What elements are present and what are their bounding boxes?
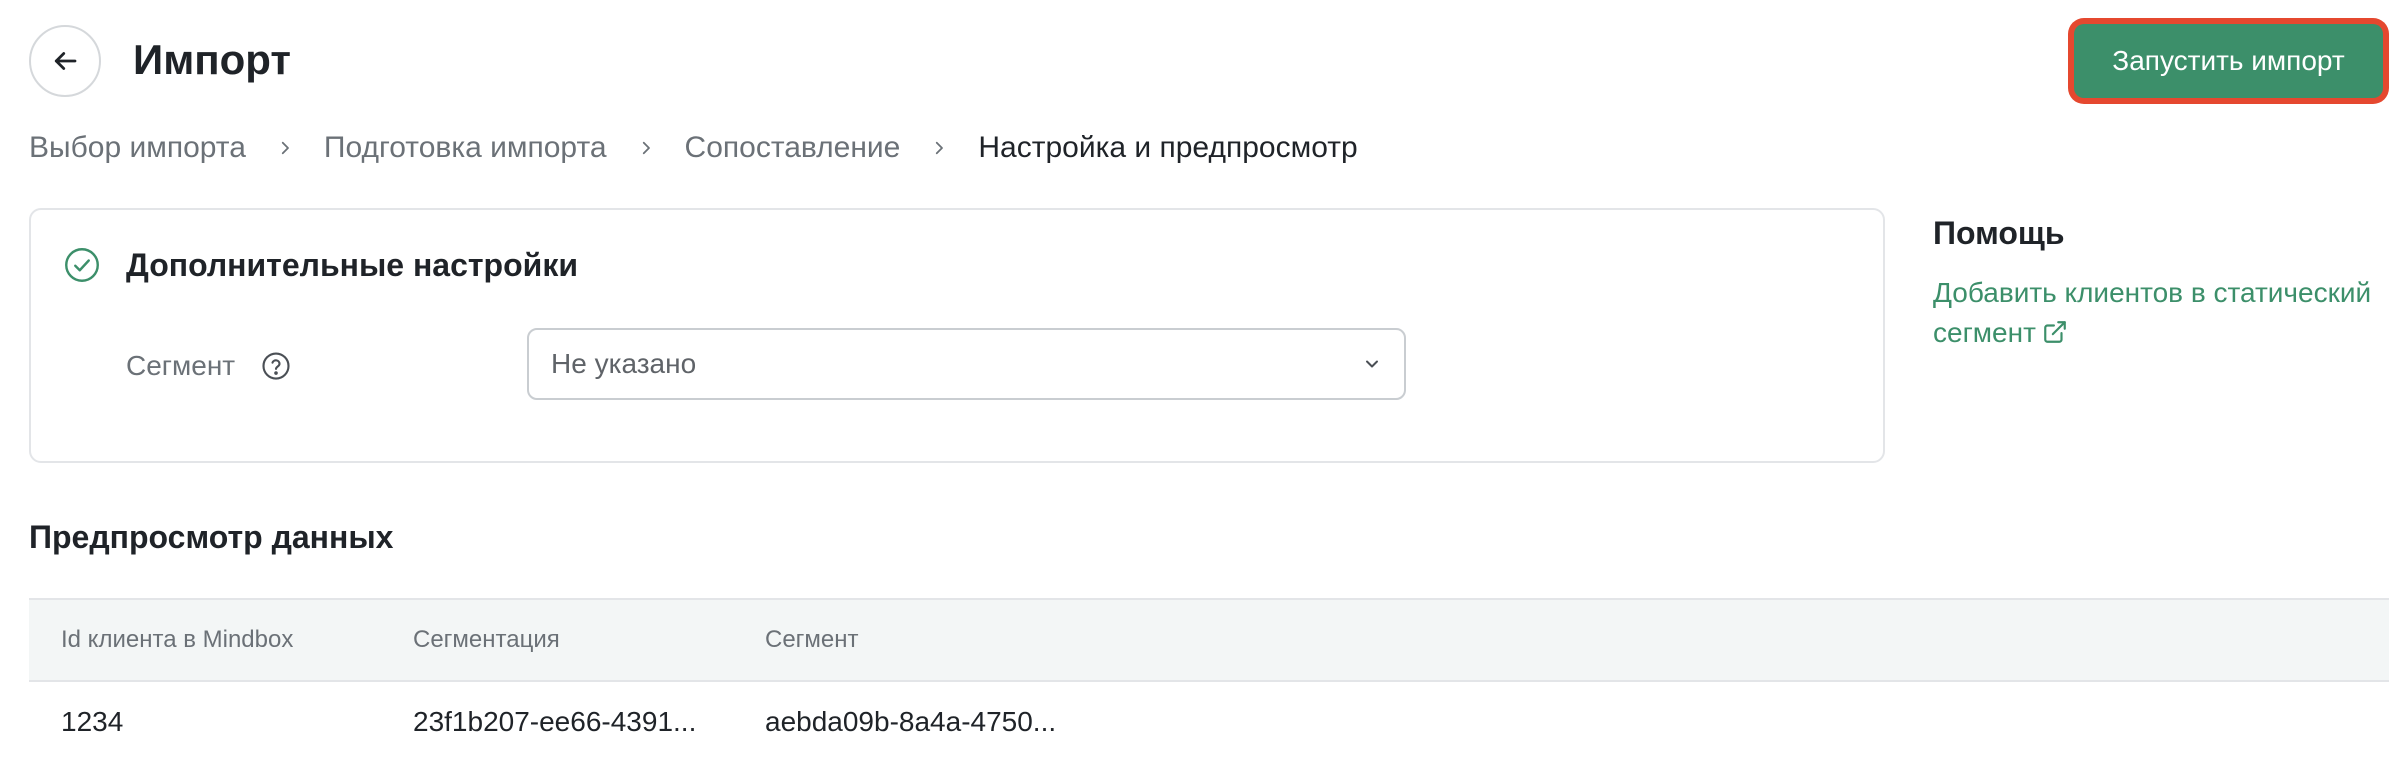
segment-select-value: Не указано xyxy=(551,348,697,379)
external-link-icon xyxy=(2044,321,2066,343)
breadcrumb-item-settings-preview: Настройка и предпросмотр xyxy=(978,131,1358,164)
run-import-button[interactable]: Запустить импорт xyxy=(2074,24,2383,98)
table-header: Id клиента в Mindbox Сегментация Сегмент xyxy=(29,598,2389,682)
chevron-right-icon xyxy=(276,139,294,157)
breadcrumb: Выбор импорта Подготовка импорта Сопоста… xyxy=(29,128,1358,168)
chevron-down-icon xyxy=(1366,360,1378,368)
import-page: Импорт Запустить импорт Выбор импорта По… xyxy=(0,0,2389,767)
check-circle-icon xyxy=(65,248,99,282)
preview-title: Предпросмотр данных xyxy=(29,519,394,555)
run-import-button-highlight: Запустить импорт xyxy=(2068,18,2389,104)
breadcrumb-item-mapping[interactable]: Сопоставление xyxy=(685,131,901,165)
table-row: 1234 23f1b207-ee66-4391... aebda09b-8a4a… xyxy=(29,682,2389,762)
cell-client-id: 1234 xyxy=(61,706,124,737)
card-title: Дополнительные настройки xyxy=(126,247,578,283)
arrow-left-icon xyxy=(54,52,77,70)
preview-table: Id клиента в Mindbox Сегментация Сегмент… xyxy=(29,598,2389,762)
cell-segment: aebda09b-8a4a-4750... xyxy=(765,706,1057,737)
additional-settings-card: Дополнительные настройки Сегмент Не указ… xyxy=(29,208,1885,463)
cell-segmentation: 23f1b207-ee66-4391... xyxy=(413,706,697,737)
question-circle-icon[interactable] xyxy=(261,351,291,381)
chevron-right-icon xyxy=(637,139,655,157)
segment-select[interactable]: Не указано xyxy=(527,328,1406,400)
help-link-line-2-text: сегмент xyxy=(1933,317,2036,348)
chevron-right-icon xyxy=(930,139,948,157)
breadcrumb-item-prepare-import[interactable]: Подготовка импорта xyxy=(324,131,607,165)
help-link-add-clients[interactable]: Добавить клиентов в статический сегмент xyxy=(1933,273,2389,353)
segment-label: Сегмент xyxy=(126,350,236,381)
column-header-segment: Сегмент xyxy=(765,626,859,653)
help-title: Помощь xyxy=(1933,215,2065,251)
column-header-client-id: Id клиента в Mindbox xyxy=(61,626,294,653)
help-link-line-2: сегмент xyxy=(1933,313,2389,353)
column-header-segmentation: Сегментация xyxy=(413,626,560,653)
breadcrumb-item-choose-import[interactable]: Выбор импорта xyxy=(29,131,246,165)
page-title: Импорт xyxy=(133,36,291,83)
back-button[interactable] xyxy=(29,25,101,97)
help-link-line-1: Добавить клиентов в статический xyxy=(1933,277,2372,308)
